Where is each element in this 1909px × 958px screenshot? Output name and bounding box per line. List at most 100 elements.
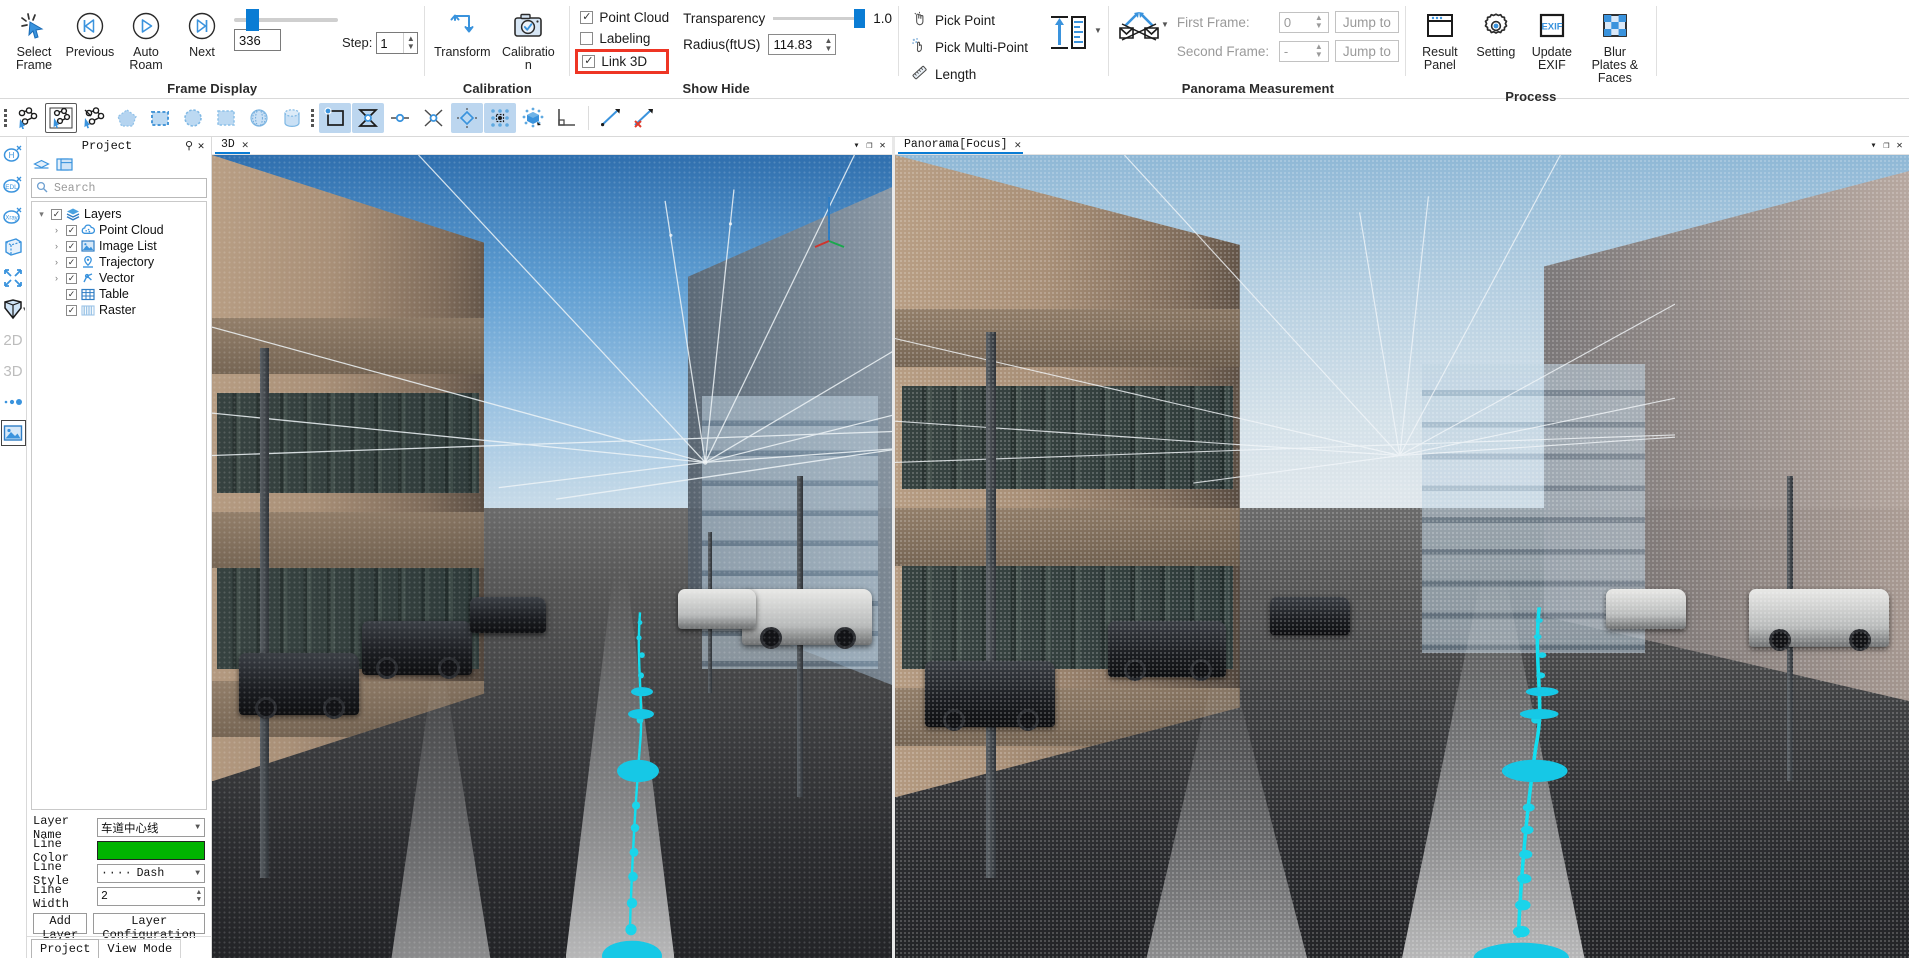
bbox-icon[interactable] [1,234,26,260]
radius-input[interactable] [769,37,822,52]
labeling-checkbox[interactable] [580,32,594,45]
corner-angle-icon[interactable] [550,103,582,133]
toolbar-grip-2[interactable] [309,107,316,129]
first-frame-jump-to-button[interactable]: Jump to [1334,11,1399,33]
length-item[interactable]: Length [909,64,1030,84]
step-input[interactable] [377,33,404,53]
box-node-icon[interactable] [319,102,351,133]
frame-slider-thumb[interactable] [246,9,259,31]
layers-tree[interactable]: ▾ Layers › [31,201,207,810]
raster-tree-checkbox[interactable] [66,304,77,316]
polyline-delete-icon[interactable] [78,103,110,133]
layer-configuration-button[interactable]: Layer Configuration [93,913,205,942]
minimize-icon[interactable]: ▾ [1867,140,1880,152]
update-exif-button[interactable]: EXIF Update EXIF [1524,4,1580,76]
vector-tree-checkbox[interactable] [66,272,77,284]
tree-item-image-list[interactable]: › Image List [34,238,204,254]
line-width-stepper[interactable]: 2 ▲ ▼ [97,887,205,906]
image-view-icon[interactable] [0,420,26,446]
frame-number-input[interactable] [234,29,281,51]
step-spin-arrows[interactable]: ▲ ▼ [403,33,417,53]
first-frame-input[interactable] [1279,14,1312,30]
tree-item-table[interactable]: Table [34,286,204,302]
collapse-all-icon[interactable] [33,157,50,174]
setting-button[interactable]: Setting [1468,4,1524,63]
height-tool-dropdown-caret[interactable]: ▼ [1094,26,1102,35]
select-frame-button[interactable]: Select Frame [6,4,62,76]
second-frame-spin-arrows[interactable]: ▲ ▼ [1312,43,1326,59]
tree-item-point-cloud[interactable]: › Point Cloud [34,222,204,238]
cube-points-icon[interactable] [517,103,549,133]
close-icon[interactable]: ✕ [1893,140,1906,152]
pin-icon[interactable]: ⚲ [183,139,195,153]
trajectory-tree-checkbox[interactable] [66,256,77,268]
search-input[interactable] [52,180,203,196]
second-frame-stepper[interactable]: ▲▼ [1278,40,1329,62]
layer-name-select[interactable]: 车道中心线 ▼ [97,818,205,837]
frame-slider[interactable] [234,9,338,31]
close-icon[interactable]: ✕ [242,138,249,152]
image-list-tree-checkbox[interactable] [66,240,77,252]
segment-node-icon[interactable] [385,103,417,133]
transparency-slider-thumb[interactable] [854,9,866,28]
xray-icon[interactable]: Xray [1,203,26,229]
sphere-select-icon[interactable] [243,103,275,133]
tab-view-mode[interactable]: View Mode [99,939,182,958]
line-style-select[interactable]: ···· Dash ▼ [97,864,205,883]
second-frame-input[interactable] [1279,43,1312,59]
dot-grid-icon[interactable] [484,102,516,133]
auto-roam-button[interactable]: Auto Roam [118,4,174,76]
pick-multi-point-item[interactable]: Pick Multi-Point [909,37,1030,57]
float-icon[interactable]: ❐ [1880,140,1893,152]
blur-plates-faces-button[interactable]: Blur Plates & Faces [1580,4,1650,89]
chevron-right-icon[interactable]: › [51,257,62,267]
close-icon[interactable]: ✕ [195,139,207,153]
line-width-spin-arrows[interactable]: ▲ ▼ [197,889,201,904]
tree-item-layers[interactable]: ▾ Layers [34,206,204,222]
toolbar-grip[interactable] [2,107,9,129]
polygon-fill-icon[interactable] [111,103,143,133]
transparency-slider[interactable] [773,9,866,28]
result-panel-button[interactable]: Result Panel [1412,4,1468,76]
point-cloud-tree-checkbox[interactable] [66,224,77,236]
chevron-down-icon[interactable]: ▾ [36,209,47,220]
tree-item-trajectory[interactable]: › Trajectory [34,254,204,270]
table-tree-checkbox[interactable] [66,288,77,300]
next-frame-button[interactable]: Next [174,4,230,63]
edl-shading-icon[interactable]: EDL [1,172,26,198]
project-search[interactable] [31,178,207,198]
polyline-edit-icon[interactable] [12,103,44,133]
point-size-icon[interactable] [1,389,26,415]
transform-button[interactable]: Transform [431,4,493,63]
chevron-down-icon[interactable]: ▼ [195,823,200,832]
panorama-tool-dropdown-caret[interactable]: ▼ [1161,20,1169,29]
labeling-checkbox-row[interactable]: Labeling [580,31,669,46]
view-panorama-canvas[interactable] [895,155,1909,958]
circle-dashed-icon[interactable] [177,103,209,133]
link-3d-checkbox[interactable] [582,55,596,68]
line-measure-icon[interactable] [595,103,627,133]
second-frame-jump-to-button[interactable]: Jump to [1334,40,1399,62]
first-frame-spin-arrows[interactable]: ▲ ▼ [1312,14,1326,30]
line-color-swatch[interactable] [97,841,205,860]
chevron-right-icon[interactable]: › [51,241,62,251]
rect-dashed-icon[interactable] [144,103,176,133]
home-view-icon[interactable]: H [1,141,26,167]
view-3d-icon[interactable]: 3D [1,358,26,384]
expand-arrows-icon[interactable] [1,265,26,291]
point-cloud-checkbox-row[interactable]: Point Cloud [580,10,669,25]
step-stepper[interactable]: ▲▼ [376,32,419,54]
add-layer-button[interactable]: Add Layer [33,913,88,942]
height-tool-wrap[interactable]: ▼ [1048,4,1102,57]
view-3d-tab[interactable]: 3D ✕ [215,138,251,154]
cross-node-icon[interactable] [418,103,450,133]
line-delete-icon[interactable] [628,103,660,133]
tree-item-raster[interactable]: Raster [34,302,204,318]
pick-point-item[interactable]: Pick Point [909,10,1030,30]
layers-checkbox[interactable] [51,208,62,220]
link-3d-checkbox-row[interactable]: Link 3D [582,54,647,69]
point-cloud-checkbox[interactable] [580,11,594,24]
rect-select-icon[interactable] [210,103,242,133]
chevron-right-icon[interactable]: › [51,225,62,235]
close-icon[interactable]: ✕ [1015,138,1022,152]
